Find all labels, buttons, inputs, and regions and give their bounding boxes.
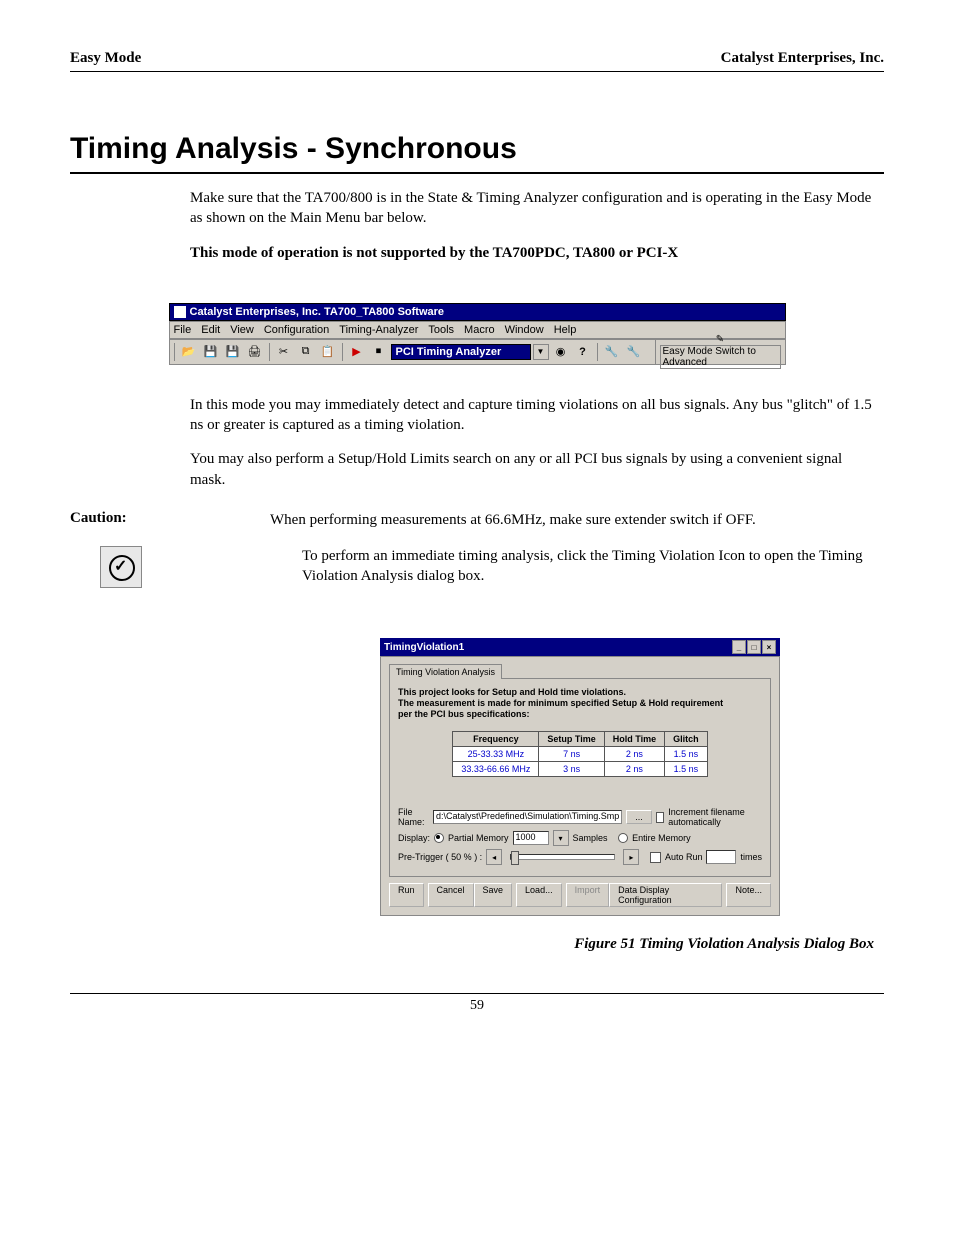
slider-left-icon[interactable]: ◂ [486, 849, 502, 865]
page-footer: 59 [70, 993, 884, 1014]
paste-icon[interactable]: 📋 [318, 342, 338, 362]
analyzer-combo[interactable]: PCI Timing Analyzer [391, 344, 531, 360]
stepper-icon[interactable]: ▾ [553, 830, 569, 846]
toolbar: 📂 💾 💾 🖨 ✂ ⧉ 📋 ▶ ⏹ PCI Timing Analyzer ▼ … [169, 339, 786, 365]
save-button[interactable]: Save [474, 883, 513, 907]
menu-tools[interactable]: Tools [428, 324, 454, 336]
cut-icon[interactable]: ✂ [274, 342, 294, 362]
tool-b-icon[interactable]: 🔧 [624, 342, 644, 362]
col-frequency: Frequency [453, 732, 539, 747]
menu-configuration[interactable]: Configuration [264, 324, 329, 336]
filename-input[interactable]: d:\Catalyst\Predefined\Simulation\Timing… [433, 810, 622, 824]
menubar-figure: Catalyst Enterprises, Inc. TA700_TA800 S… [169, 303, 786, 365]
app-icon [174, 306, 186, 318]
action-text: To perform an immediate timing analysis,… [302, 546, 874, 588]
save-icon[interactable]: 💾 [201, 342, 221, 362]
partial-memory-label: Partial Memory [448, 833, 509, 843]
cancel-button[interactable]: Cancel [428, 883, 474, 907]
stop-icon[interactable]: ⏹ [369, 342, 389, 362]
menu-timing-analyzer[interactable]: Timing-Analyzer [339, 324, 418, 336]
col-setup: Setup Time [539, 732, 604, 747]
timing-violation-icon [100, 546, 142, 588]
partial-memory-radio[interactable] [434, 833, 444, 843]
maximize-icon[interactable]: □ [747, 640, 761, 654]
analyzer-combo-label: PCI Timing Analyzer [396, 346, 502, 358]
window-titlebar: Catalyst Enterprises, Inc. TA700_TA800 S… [169, 303, 786, 321]
increment-label: Increment filename automatically [668, 807, 762, 827]
running-header: Easy Mode Catalyst Enterprises, Inc. [70, 50, 884, 72]
menu-edit[interactable]: Edit [201, 324, 220, 336]
slider-right-icon[interactable]: ▸ [623, 849, 639, 865]
entire-memory-radio[interactable] [618, 833, 628, 843]
mode-switch[interactable]: ✎ Easy Mode Switch to Advanced [655, 340, 785, 364]
header-left: Easy Mode [70, 50, 141, 67]
print-icon[interactable]: 🖨 [245, 342, 265, 362]
page-number: 59 [470, 998, 484, 1013]
autorun-label: Auto Run [665, 852, 703, 862]
table-row: 33.33-66.66 MHz 3 ns 2 ns 1.5 ns [453, 762, 707, 777]
browse-button[interactable]: ... [626, 810, 652, 824]
entire-memory-label: Entire Memory [632, 833, 691, 843]
intro-p2: This mode of operation is not supported … [190, 243, 874, 263]
load-button[interactable]: Load... [516, 883, 562, 907]
globe-icon[interactable]: ◉ [551, 342, 571, 362]
caution-label: Caution: [70, 510, 190, 527]
intro-p1: Make sure that the TA700/800 is in the S… [190, 188, 874, 229]
wand-icon: ✎ [716, 334, 724, 345]
samples-label: Samples [573, 833, 608, 843]
dialog-description: This project looks for Setup and Hold ti… [398, 687, 762, 719]
autorun-checkbox[interactable] [650, 852, 661, 863]
mid-p2: You may also perform a Setup/Hold Limits… [190, 449, 874, 490]
mode-switch-label: Easy Mode Switch to Advanced [660, 345, 781, 369]
timing-violation-dialog: TimingViolation1 _ □ × Timing Violation … [380, 638, 780, 916]
times-label: times [740, 852, 762, 862]
menu-view[interactable]: View [230, 324, 254, 336]
menu-file[interactable]: File [174, 324, 192, 336]
help-icon[interactable]: ? [573, 342, 593, 362]
tab-timing-violation[interactable]: Timing Violation Analysis [389, 664, 502, 679]
caution-text: When performing measurements at 66.6MHz,… [270, 510, 756, 530]
minimize-icon[interactable]: _ [732, 640, 746, 654]
run-icon[interactable]: ▶ [347, 342, 367, 362]
dialog-titlebar: TimingViolation1 _ □ × [380, 638, 780, 656]
table-row: 25-33.33 MHz 7 ns 2 ns 1.5 ns [453, 747, 707, 762]
menu-macro[interactable]: Macro [464, 324, 495, 336]
filename-label: File Name: [398, 807, 429, 827]
header-right: Catalyst Enterprises, Inc. [721, 50, 884, 67]
note-button[interactable]: Note... [726, 883, 771, 907]
autorun-input[interactable] [706, 850, 736, 864]
col-hold: Hold Time [604, 732, 664, 747]
data-display-config-button[interactable]: Data Display Configuration [609, 883, 722, 907]
pretrigger-slider[interactable] [510, 854, 615, 860]
menubar: File Edit View Configuration Timing-Anal… [169, 321, 786, 339]
chevron-down-icon[interactable]: ▼ [533, 344, 549, 360]
dialog-title: TimingViolation1 [384, 642, 464, 653]
spec-table: Frequency Setup Time Hold Time Glitch 25… [452, 731, 707, 777]
col-glitch: Glitch [665, 732, 708, 747]
run-button[interactable]: Run [389, 883, 424, 907]
mid-p1: In this mode you may immediately detect … [190, 395, 874, 436]
import-button: Import [566, 883, 610, 907]
menu-window[interactable]: Window [505, 324, 544, 336]
window-title: Catalyst Enterprises, Inc. TA700_TA800 S… [190, 306, 445, 318]
menu-help[interactable]: Help [554, 324, 577, 336]
partial-memory-input[interactable]: 1000 [513, 831, 549, 845]
save-all-icon[interactable]: 💾 [223, 342, 243, 362]
pretrigger-label: Pre-Trigger ( 50 % ) : [398, 852, 482, 862]
open-icon[interactable]: 📂 [179, 342, 199, 362]
caution-block: Caution: When performing measurements at… [70, 510, 884, 530]
tool-a-icon[interactable]: 🔧 [602, 342, 622, 362]
page-title: Timing Analysis - Synchronous [70, 132, 884, 174]
close-icon[interactable]: × [762, 640, 776, 654]
figure-caption: Figure 51 Timing Violation Analysis Dial… [70, 936, 874, 953]
increment-checkbox[interactable] [656, 812, 664, 823]
display-label: Display: [398, 833, 430, 843]
copy-icon[interactable]: ⧉ [296, 342, 316, 362]
